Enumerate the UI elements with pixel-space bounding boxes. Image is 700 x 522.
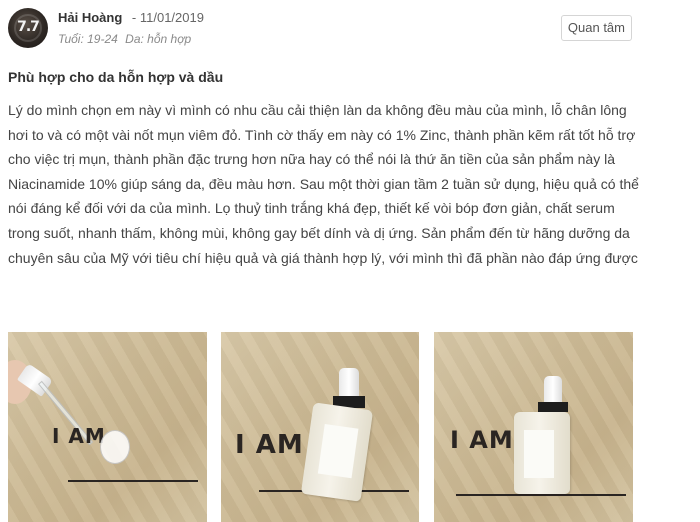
bottle-label-image — [524, 430, 554, 478]
review-photo-2[interactable]: I AM — [221, 332, 419, 522]
review-title: Phù hợp cho da hỗn hợp và dầu — [8, 69, 224, 85]
review-body: Lý do mình chọn em này vì mình có nhu cầ… — [8, 102, 639, 266]
user-meta: Tuổi: 19-24 Da: hỗn hợp — [58, 32, 191, 46]
bottle-cap-image — [339, 368, 359, 398]
review-photo-1[interactable]: I AM — [8, 332, 207, 522]
review-photo-3[interactable]: I AM — [434, 332, 633, 522]
user-name[interactable]: Hải Hoàng — [58, 10, 122, 25]
bottle-cap-image — [544, 376, 562, 404]
photo-text: I AM — [235, 430, 304, 460]
bottle-label-image — [317, 424, 359, 479]
avatar[interactable]: 7.7 — [8, 8, 48, 48]
review-header: 7.7 Hải Hoàng - 11/01/2019 Tuổi: 19-24 D… — [8, 8, 692, 50]
photo-line — [456, 494, 626, 496]
author-line: Hải Hoàng - 11/01/2019 — [58, 10, 204, 25]
bottle-neck-image — [538, 402, 568, 412]
serum-drop-image — [100, 430, 130, 464]
bottle-image — [514, 412, 570, 494]
photo-text: I AM — [450, 426, 514, 454]
user-skin-type: Da: hỗn hợp — [125, 32, 192, 46]
follow-button[interactable]: Quan tâm — [560, 15, 632, 41]
user-age: Tuổi: 19-24 — [58, 32, 118, 46]
fabric-texture — [8, 332, 207, 522]
review-photos: I AM I AM I AM — [8, 332, 638, 522]
photo-line — [68, 480, 198, 482]
review-date: - 11/01/2019 — [131, 10, 204, 25]
photo-text: I AM — [52, 424, 106, 448]
bottle-image — [300, 402, 374, 502]
avatar-score: 7.7 — [17, 19, 40, 35]
